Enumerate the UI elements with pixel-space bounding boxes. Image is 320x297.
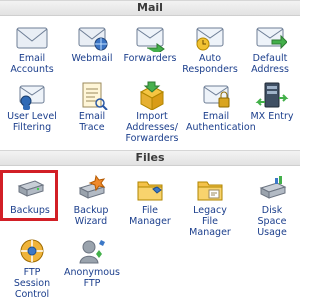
disk-usage-icon: [259, 176, 287, 199]
anonymous-ftp-icon: [79, 240, 105, 264]
cpanel-icon-grid: Mail Email Accounts Webmail Forwarders A…: [0, 0, 300, 297]
disk-space-usage-tile[interactable]: Disk Space Usage: [242, 174, 302, 238]
authentication-icon: [203, 85, 230, 108]
trace-icon: [82, 82, 108, 110]
folder-icon: [137, 181, 163, 201]
import-addresses-tile[interactable]: Import Addresses/ Forwarders: [122, 80, 182, 144]
email-trace-tile[interactable]: Email Trace: [62, 80, 122, 133]
file-manager-tile[interactable]: File Manager: [120, 174, 180, 227]
drive-icon: [17, 180, 45, 197]
auto-responders-label: Auto Responders: [182, 53, 238, 75]
mail-section-title: Mail: [137, 1, 163, 14]
legacy-file-manager-label: Legacy File Manager: [189, 205, 231, 238]
mx-entry-tile[interactable]: MX Entry: [242, 80, 302, 122]
ftp-session-control-label: FTP Session Control: [13, 267, 51, 297]
mail-section-header: Mail: [0, 0, 300, 16]
webmail-envelope-icon: [78, 27, 108, 51]
disk-space-usage-label: Disk Space Usage: [257, 205, 287, 238]
email-authentication-tile[interactable]: Email Authentication: [186, 80, 256, 133]
legacy-file-manager-tile[interactable]: Legacy File Manager: [180, 174, 240, 238]
import-addresses-label: Import Addresses/ Forwarders: [125, 111, 179, 144]
envelope-icon: [16, 27, 48, 49]
mx-entry-label: MX Entry: [250, 111, 294, 122]
email-accounts-label: Email Accounts: [10, 53, 54, 75]
forwarders-label: Forwarders: [123, 53, 177, 64]
auto-responders-tile[interactable]: Auto Responders: [180, 22, 240, 75]
legacy-folder-icon: [197, 181, 223, 201]
files-section-header: Files: [0, 150, 300, 166]
anonymous-ftp-tile[interactable]: Anonymous FTP: [62, 236, 122, 289]
filter-icon: [19, 85, 45, 110]
wizard-drive-icon: [78, 174, 106, 199]
backups-label: Backups: [10, 205, 50, 216]
auto-responder-icon: [196, 27, 224, 51]
default-address-tile[interactable]: Default Address: [240, 22, 300, 75]
file-manager-label: File Manager: [129, 205, 171, 227]
ftp-session-control-tile[interactable]: FTP Session Control: [2, 236, 62, 297]
mx-entry-icon: [255, 82, 289, 108]
backup-wizard-label: Backup Wizard: [73, 205, 109, 227]
forward-envelope-icon: [136, 27, 165, 52]
forwarders-tile[interactable]: Forwarders: [120, 22, 180, 64]
user-level-filtering-label: User Level Filtering: [7, 111, 57, 133]
anonymous-ftp-label: Anonymous FTP: [63, 267, 120, 289]
webmail-label: Webmail: [71, 53, 113, 64]
ftp-session-icon: [20, 239, 44, 263]
backup-wizard-tile[interactable]: Backup Wizard: [61, 174, 121, 227]
user-level-filtering-tile[interactable]: User Level Filtering: [2, 80, 62, 133]
email-authentication-label: Email Authentication: [186, 111, 256, 133]
default-address-label: Default Address: [251, 53, 289, 75]
email-trace-label: Email Trace: [78, 111, 106, 133]
email-accounts-tile[interactable]: Email Accounts: [2, 22, 62, 75]
import-box-icon: [139, 81, 165, 110]
default-address-icon: [256, 27, 287, 50]
files-section-title: Files: [135, 151, 165, 164]
backups-tile[interactable]: Backups: [0, 174, 60, 216]
webmail-tile[interactable]: Webmail: [62, 22, 122, 64]
